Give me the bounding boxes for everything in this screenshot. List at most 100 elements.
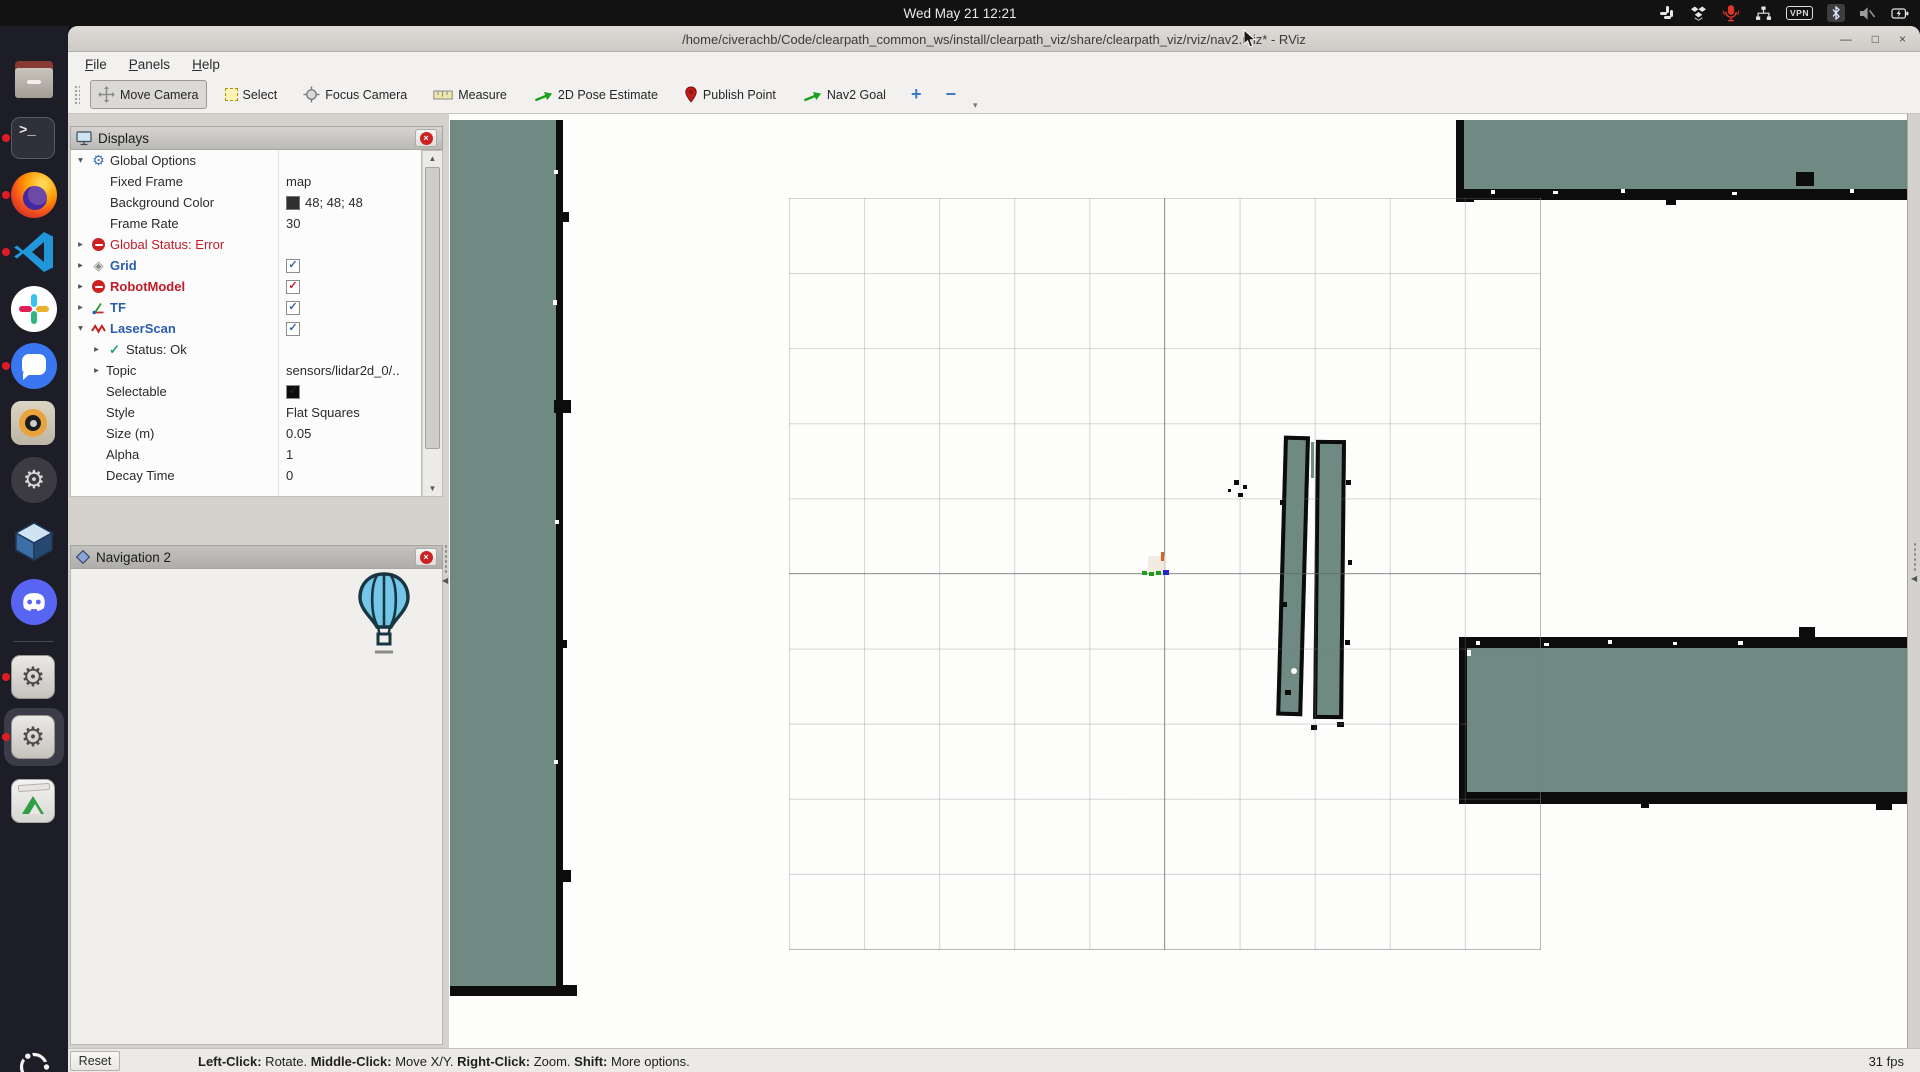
tree-row-tf[interactable]: ▸ TF ✓ <box>71 297 421 318</box>
ubuntu-logo-icon <box>15 1048 53 1072</box>
row-label: Selectable <box>106 384 167 399</box>
tree-row-grid[interactable]: ▸◈Grid ✓ <box>71 255 421 276</box>
collapse-left-icon[interactable]: ◀ <box>442 576 448 585</box>
notification-dot <box>2 733 10 741</box>
dock-item-signal[interactable] <box>11 343 57 389</box>
tree-row-global-options[interactable]: ▾⚙Global Options <box>71 150 421 171</box>
row-label: Style <box>106 405 135 420</box>
dock-item-rviz-active[interactable]: ⚙ <box>11 714 57 760</box>
menu-file[interactable]: File <box>74 55 118 74</box>
close-button[interactable]: × <box>1899 32 1906 46</box>
focus-camera-label: Focus Camera <box>325 88 407 102</box>
tree-row-fixed-frame[interactable]: Fixed Frame map <box>71 171 421 192</box>
tree-row-laserscan[interactable]: ▾LaserScan ✓ <box>71 318 421 339</box>
rviz-gear-icon: ⚙ <box>11 715 55 759</box>
tree-row-global-status[interactable]: ▸ Global Status: Error <box>71 234 421 255</box>
dock-item-media-player[interactable] <box>11 400 57 446</box>
maximize-button[interactable]: □ <box>1872 32 1879 46</box>
tree-row-decay-time[interactable]: Decay Time 0 <box>71 465 421 486</box>
dock-item-settings[interactable]: ⚙ <box>11 457 57 503</box>
tree-row-alpha[interactable]: Alpha 1 <box>71 444 421 465</box>
displays-panel-header[interactable]: Displays × <box>70 126 443 150</box>
splitter-grip[interactable] <box>444 544 448 574</box>
dock-item-rviz[interactable]: ⚙ <box>11 654 57 700</box>
tree-row-selectable[interactable]: Selectable ✓ <box>71 381 421 402</box>
focus-camera-tool[interactable]: Focus Camera <box>295 80 415 109</box>
right-panel-collapsed-strip[interactable]: ◀ <box>1907 114 1920 1048</box>
tree-row-size[interactable]: Size (m) 0.05 <box>71 423 421 444</box>
dock-item-vscode[interactable] <box>11 229 57 275</box>
panel-view-splitter[interactable]: ◀ <box>443 114 449 1048</box>
displays-scrollbar[interactable]: ▲ ▼ <box>422 150 443 497</box>
toolbar-overflow-icon[interactable]: ▾ <box>973 100 978 111</box>
move-camera-tool[interactable]: Move Camera <box>90 80 207 109</box>
measure-tool[interactable]: Measure <box>425 82 515 108</box>
splitter-grip[interactable] <box>1913 542 1917 572</box>
dock-item-terminal[interactable]: >_ <box>11 115 57 161</box>
fps-counter: 31 fps <box>1869 1049 1904 1072</box>
menu-panels[interactable]: Panels <box>118 55 181 74</box>
expander-icon[interactable]: ▸ <box>74 260 87 271</box>
toolbar-grip[interactable] <box>74 85 80 105</box>
selectable-checkbox[interactable]: ✓ <box>286 385 300 399</box>
tree-row-frame-rate[interactable]: Frame Rate 30 <box>71 213 421 234</box>
map-wall-right-middle <box>1459 637 1908 804</box>
mouse-cursor <box>1243 29 1257 49</box>
system-tray[interactable]: VPN <box>1659 0 1910 26</box>
robotmodel-checkbox[interactable]: ✓ <box>286 280 300 294</box>
expander-icon[interactable]: ▸ <box>74 302 87 313</box>
select-tool[interactable]: Select <box>217 82 286 108</box>
dock-item-virtualbox[interactable] <box>11 518 57 564</box>
files-icon <box>11 61 57 101</box>
nav2-close-button[interactable]: × <box>415 548 437 566</box>
bluetooth-icon <box>1827 4 1845 22</box>
nav2-goal-tool[interactable]: Nav2 Goal <box>794 82 894 108</box>
laserscan-checkbox[interactable]: ✓ <box>286 322 300 336</box>
pose-estimate-tool[interactable]: 2D Pose Estimate <box>525 82 666 108</box>
tree-row-style[interactable]: Style Flat Squares <box>71 402 421 423</box>
nav2-panel-title: Navigation 2 <box>96 550 171 565</box>
grid-checkbox[interactable]: ✓ <box>286 259 300 273</box>
nav2-panel-header[interactable]: Navigation 2 × <box>70 545 443 569</box>
expander-icon[interactable]: ▾ <box>74 155 87 166</box>
global-options-gear-icon: ⚙ <box>90 152 107 169</box>
dock-item-firefox[interactable] <box>11 172 57 218</box>
render-viewport[interactable]: ◀ <box>445 114 1920 1048</box>
dock-item-trash[interactable] <box>11 778 57 824</box>
scroll-up-icon[interactable]: ▲ <box>423 154 442 163</box>
tree-row-topic[interactable]: ▸Topic sensors/lidar2d_0/.. <box>71 360 421 381</box>
nav2-goal-label: Nav2 Goal <box>827 88 886 102</box>
minimize-button[interactable]: — <box>1840 32 1852 46</box>
scrollbar-thumb[interactable] <box>425 167 440 449</box>
clock[interactable]: Wed May 21 12:21 <box>0 0 1920 26</box>
robot-heading-marker <box>1161 552 1164 561</box>
tree-row-robotmodel[interactable]: ▸RobotModel ✓ <box>71 276 421 297</box>
tree-row-background-color[interactable]: Background Color 48; 48; 48 <box>71 192 421 213</box>
title-bar[interactable]: /home/civerachb/Code/clearpath_common_ws… <box>68 26 1920 52</box>
dock-item-files[interactable] <box>11 58 57 104</box>
reset-button[interactable]: Reset <box>70 1051 120 1071</box>
row-label: TF <box>110 300 126 315</box>
row-label: Global Status: Error <box>110 237 224 252</box>
slack-tray-icon <box>1659 5 1676 22</box>
collapse-left-icon[interactable]: ◀ <box>1911 574 1917 583</box>
expander-icon[interactable]: ▸ <box>90 365 103 376</box>
dock-item-slack[interactable] <box>11 286 57 332</box>
dock-item-discord[interactable] <box>11 579 57 625</box>
tree-row-status-ok[interactable]: ▸✓Status: Ok <box>71 339 421 360</box>
menu-help[interactable]: Help <box>181 55 231 74</box>
expander-icon[interactable]: ▸ <box>74 281 87 292</box>
scroll-down-icon[interactable]: ▼ <box>423 484 442 493</box>
expander-icon[interactable]: ▸ <box>90 344 103 355</box>
expander-icon[interactable]: ▾ <box>74 323 87 334</box>
laserscan-point <box>1228 489 1231 492</box>
publish-point-tool[interactable]: Publish Point <box>676 80 784 109</box>
expander-icon[interactable]: ▸ <box>74 239 87 250</box>
remove-tool-button[interactable]: − <box>938 84 963 105</box>
dock-item-show-apps[interactable] <box>15 1048 61 1072</box>
displays-close-button[interactable]: × <box>415 129 437 147</box>
row-label: Size (m) <box>106 426 154 441</box>
size-value: 0.05 <box>286 426 311 441</box>
add-tool-button[interactable]: + <box>904 84 929 105</box>
tf-checkbox[interactable]: ✓ <box>286 301 300 315</box>
